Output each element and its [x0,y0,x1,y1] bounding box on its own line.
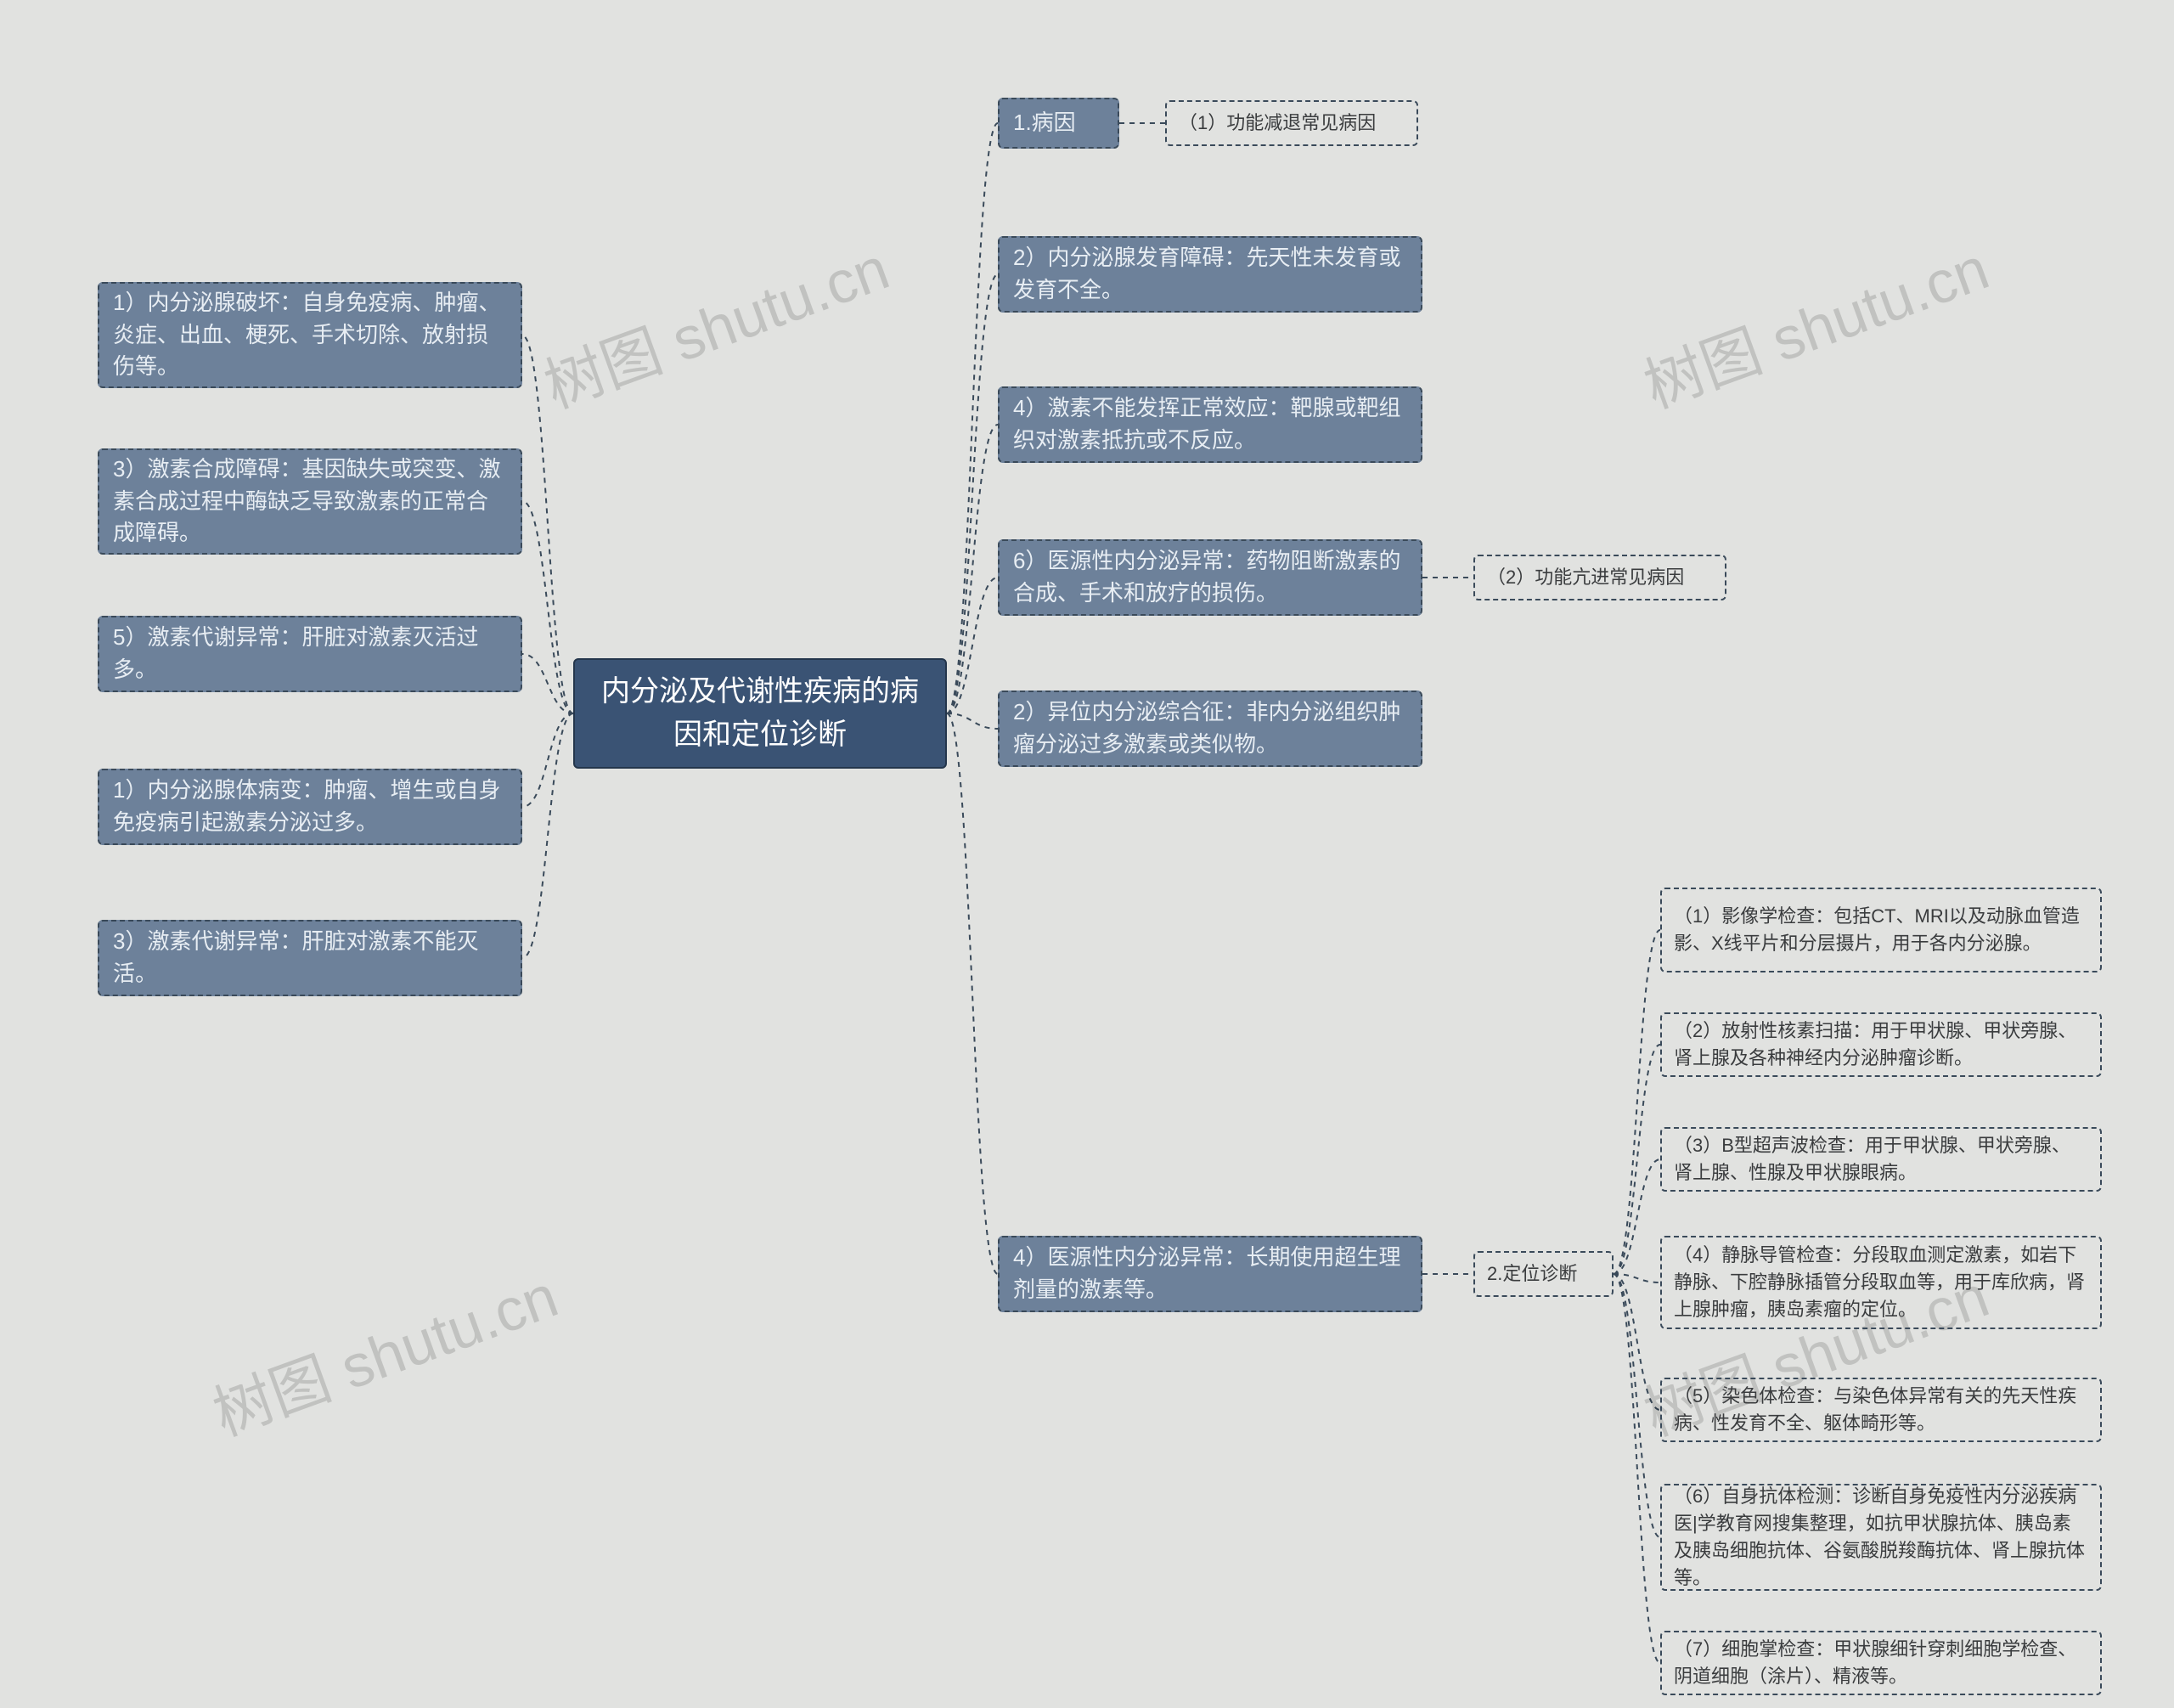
right-node-2-text: 2）内分泌腺发育障碍：先天性未发育或发育不全。 [1013,242,1407,306]
right-node-6[interactable]: 4）医源性内分泌异常：长期使用超生理剂量的激素等。 [998,1236,1422,1312]
diag-node-4-text: （4）静脉导管检查：分段取血测定激素，如岩下静脉、下腔静脉插管分段取血等，用于库… [1674,1242,2088,1323]
right-node-4a[interactable]: （2）功能亢进常见病因 [1473,555,1726,600]
right-node-5[interactable]: 2）异位内分泌综合征：非内分泌组织肿瘤分泌过多激素或类似物。 [998,691,1422,767]
left-node-5-text: 3）激素代谢异常：肝脏对激素不能灭活。 [113,926,507,989]
right-node-3-text: 4）激素不能发挥正常效应：靶腺或靶组织对激素抵抗或不反应。 [1013,392,1407,456]
left-node-1[interactable]: 1）内分泌腺破坏：自身免疫病、肿瘤、炎症、出血、梗死、手术切除、放射损伤等。 [98,282,522,388]
diag-node-7-text: （7）细胞掌检查：甲状腺细针穿刺细胞学检查、阴道细胞（涂片）、精液等。 [1674,1636,2088,1690]
mindmap-canvas: 树图 shutu.cn 树图 shutu.cn 树图 shutu.cn 树图 s… [0,0,2174,1708]
right-node-1-text: 1.病因 [1013,107,1076,139]
diag-node-2[interactable]: （2）放射性核素扫描：用于甲状腺、甲状旁腺、肾上腺及各种神经内分泌肿瘤诊断。 [1660,1012,2102,1077]
center-text: 内分泌及代谢性疾病的病因和定位诊断 [592,670,928,757]
watermark: 树图 shutu.cn [532,222,899,426]
right-node-4[interactable]: 6）医源性内分泌异常：药物阻断激素的合成、手术和放疗的损伤。 [998,539,1422,616]
right-node-1a-text: （1）功能减退常见病因 [1179,110,1376,137]
right-node-3[interactable]: 4）激素不能发挥正常效应：靶腺或靶组织对激素抵抗或不反应。 [998,386,1422,463]
diag-node-1[interactable]: （1）影像学检查：包括CT、MRI以及动脉血管造影、X线平片和分层摄片，用于各内… [1660,888,2102,972]
right-node-6a[interactable]: 2.定位诊断 [1473,1251,1614,1297]
left-node-4[interactable]: 1）内分泌腺体病变：肿瘤、增生或自身免疫病引起激素分泌过多。 [98,769,522,845]
right-node-1a[interactable]: （1）功能减退常见病因 [1165,100,1418,146]
right-node-6-text: 4）医源性内分泌异常：长期使用超生理剂量的激素等。 [1013,1242,1407,1305]
diag-node-7[interactable]: （7）细胞掌检查：甲状腺细针穿刺细胞学检查、阴道细胞（涂片）、精液等。 [1660,1631,2102,1695]
right-node-2[interactable]: 2）内分泌腺发育障碍：先天性未发育或发育不全。 [998,236,1422,313]
left-node-3-text: 5）激素代谢异常：肝脏对激素灭活过多。 [113,622,507,685]
right-node-4a-text: （2）功能亢进常见病因 [1487,564,1684,591]
left-node-5[interactable]: 3）激素代谢异常：肝脏对激素不能灭活。 [98,920,522,996]
left-node-2[interactable]: 3）激素合成障碍：基因缺失或突变、激素合成过程中酶缺乏导致激素的正常合成障碍。 [98,448,522,555]
left-node-3[interactable]: 5）激素代谢异常：肝脏对激素灭活过多。 [98,616,522,692]
diag-node-5[interactable]: （5）染色体检查：与染色体异常有关的先天性疾病、性发育不全、躯体畸形等。 [1660,1378,2102,1442]
center-node[interactable]: 内分泌及代谢性疾病的病因和定位诊断 [573,658,947,769]
diag-node-6-text: （6）自身抗体检测：诊断自身免疫性内分泌疾病医|学教育网搜集整理，如抗甲状腺抗体… [1674,1483,2088,1592]
right-node-1[interactable]: 1.病因 [998,98,1119,149]
left-node-4-text: 1）内分泌腺体病变：肿瘤、增生或自身免疫病引起激素分泌过多。 [113,775,507,838]
right-node-4-text: 6）医源性内分泌异常：药物阻断激素的合成、手术和放疗的损伤。 [1013,545,1407,609]
diag-node-3[interactable]: （3）B型超声波检查：用于甲状腺、甲状旁腺、肾上腺、性腺及甲状腺眼病。 [1660,1127,2102,1192]
diag-node-2-text: （2）放射性核素扫描：用于甲状腺、甲状旁腺、肾上腺及各种神经内分泌肿瘤诊断。 [1674,1017,2088,1072]
left-node-1-text: 1）内分泌腺破坏：自身免疫病、肿瘤、炎症、出血、梗死、手术切除、放射损伤等。 [113,287,507,383]
watermark: 树图 shutu.cn [200,1249,568,1453]
diag-node-5-text: （5）染色体检查：与染色体异常有关的先天性疾病、性发育不全、躯体畸形等。 [1674,1383,2088,1437]
diag-node-3-text: （3）B型超声波检查：用于甲状腺、甲状旁腺、肾上腺、性腺及甲状腺眼病。 [1674,1132,2088,1187]
watermark: 树图 shutu.cn [1631,222,1999,426]
right-node-5-text: 2）异位内分泌综合征：非内分泌组织肿瘤分泌过多激素或类似物。 [1013,696,1407,760]
diag-node-6[interactable]: （6）自身抗体检测：诊断自身免疫性内分泌疾病医|学教育网搜集整理，如抗甲状腺抗体… [1660,1484,2102,1591]
left-node-2-text: 3）激素合成障碍：基因缺失或突变、激素合成过程中酶缺乏导致激素的正常合成障碍。 [113,454,507,550]
diag-node-4[interactable]: （4）静脉导管检查：分段取血测定激素，如岩下静脉、下腔静脉插管分段取血等，用于库… [1660,1236,2102,1329]
right-node-6a-text: 2.定位诊断 [1487,1260,1577,1288]
diag-node-1-text: （1）影像学检查：包括CT、MRI以及动脉血管造影、X线平片和分层摄片，用于各内… [1674,903,2088,957]
